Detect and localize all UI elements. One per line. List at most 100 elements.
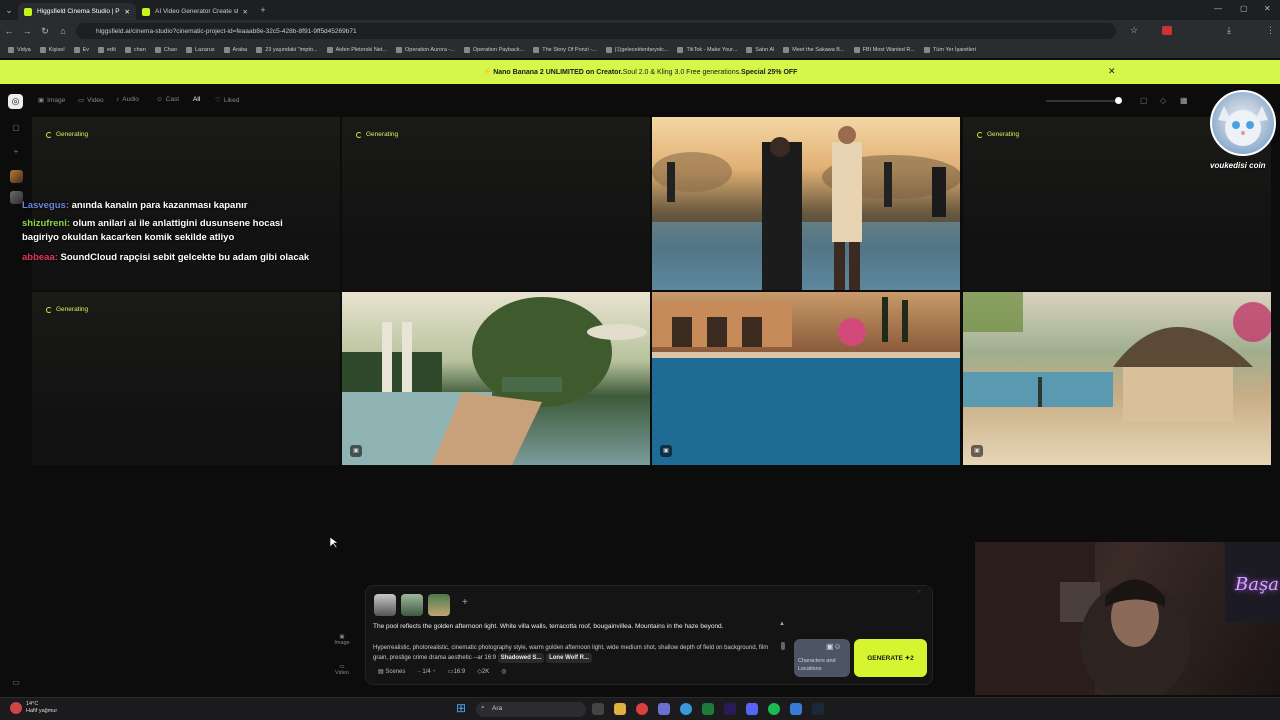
bookmark-item[interactable]: Operation Aurora -...	[396, 47, 455, 53]
generated-image-garden-pool[interactable]: ▣	[342, 292, 650, 465]
generated-image-handshake[interactable]	[652, 117, 960, 290]
generating-card[interactable]: Generating	[342, 117, 650, 290]
generated-image-villa-pool[interactable]: ▣	[652, 292, 960, 465]
steam-icon[interactable]	[812, 703, 824, 715]
bookmark-item[interactable]: Aiden Pleterski Net...	[326, 47, 387, 53]
close-window-icon[interactable]: ✕	[1264, 4, 1271, 13]
app-icon[interactable]	[658, 703, 670, 715]
discord-icon[interactable]	[746, 703, 758, 715]
settings-icon[interactable]: ◎	[501, 668, 506, 675]
resolution-button[interactable]: ◇2K	[477, 668, 489, 675]
expand-icon[interactable]: ◜	[918, 588, 921, 597]
bookmark-item[interactable]: Operation Payback...	[463, 47, 524, 53]
scrollbar[interactable]	[781, 642, 785, 650]
excel-icon[interactable]	[702, 703, 714, 715]
browser-tab-higgsfield[interactable]: Higgsfield Cinema Studio | Proj ✕	[18, 3, 136, 20]
aspect-ratio-button[interactable]: ▭16:9	[448, 668, 465, 675]
panel-toggle-icon[interactable]: ▢	[6, 123, 26, 132]
generate-button[interactable]: GENERATE ✦ 2	[854, 639, 927, 677]
bookmark-item[interactable]: 23 yaşındaki "impto...	[256, 47, 318, 53]
chrome-icon[interactable]	[636, 703, 648, 715]
add-icon[interactable]: +	[6, 147, 26, 156]
scenes-button[interactable]: ▤ Scenes	[378, 668, 405, 675]
close-tab-icon[interactable]: ✕	[243, 8, 248, 16]
bookmark-icon	[124, 47, 131, 53]
higgsfield-favicon-icon	[24, 7, 32, 16]
zoom-slider[interactable]	[1046, 100, 1120, 102]
bookmark-item[interactable]: Ev	[73, 47, 89, 53]
prompt-line-1[interactable]: The pool reflects the golden afternoon l…	[373, 623, 723, 630]
bookmark-item[interactable]: Kişisel	[39, 47, 65, 53]
new-tab-icon[interactable]: +	[254, 5, 272, 15]
star-icon[interactable]: ☆	[1130, 25, 1138, 36]
download-icon[interactable]: ⤓	[1227, 25, 1231, 36]
home-icon[interactable]: ⌂	[54, 26, 72, 36]
bookmark-item[interactable]: TikTok - Make Your...	[677, 47, 737, 53]
filter-video[interactable]: ▭ Video	[78, 96, 104, 105]
bookmark-item[interactable]: chan	[124, 47, 146, 53]
bookmark-item[interactable]: Satın Al	[746, 47, 774, 53]
characters-locations-button[interactable]: ▣☺ Characters and Locations	[794, 639, 850, 677]
filter-liked[interactable]: ♡ Liked	[215, 96, 239, 105]
filter-audio[interactable]: ♪ Audio	[116, 96, 139, 103]
windows-start-icon[interactable]: ⊞	[456, 702, 466, 715]
generating-card[interactable]: Generating	[32, 292, 340, 465]
bookmark-item[interactable]: Chao	[154, 47, 177, 53]
higgsfield-logo-icon[interactable]: ◎	[8, 94, 23, 109]
grid-small-icon[interactable]: ▢	[1140, 96, 1148, 105]
add-reference-icon[interactable]: +	[462, 597, 468, 608]
tab-list-icon[interactable]: ⌄	[0, 5, 18, 16]
back-icon[interactable]: ←	[0, 26, 18, 36]
mode-image[interactable]: ▣ Image	[330, 634, 354, 646]
premiere-icon[interactable]	[724, 703, 736, 715]
character-thumbnail[interactable]	[401, 594, 423, 616]
weather-widget[interactable]: 14°C Hafif yağmur	[26, 701, 57, 715]
bookmark-icon	[185, 47, 192, 53]
task-view-icon[interactable]	[592, 703, 604, 715]
minimize-icon[interactable]: —	[1214, 4, 1222, 13]
browser-tab-video-generator[interactable]: AI Video Generator Create stu ✕	[136, 3, 254, 20]
taskbar-search[interactable]: ⌕ Ara	[476, 702, 586, 717]
menu-icon[interactable]: ⋮	[1266, 25, 1275, 36]
bookmark-item[interactable]: (1)gelecektenbeyolc...	[605, 47, 668, 53]
bookmark-icon	[98, 47, 104, 53]
extension-icon[interactable]	[1162, 26, 1172, 35]
filter-all[interactable]: All	[193, 96, 200, 103]
zoom-slider-handle[interactable]	[1115, 97, 1122, 104]
forward-icon[interactable]: →	[18, 26, 36, 36]
maximize-icon[interactable]: ▢	[1240, 4, 1248, 13]
bookmark-item[interactable]: Lazarus	[185, 47, 215, 53]
bookmark-item[interactable]: edit	[98, 47, 116, 53]
bookmark-item[interactable]: FBI Most Wanted R...	[853, 47, 915, 53]
mode-video[interactable]: ▭ Video	[330, 664, 354, 676]
character-thumbnail[interactable]	[374, 594, 396, 616]
prompt-style-text[interactable]: Hyperrealistic, photorealistic, cinemati…	[373, 643, 783, 663]
diamond-icon[interactable]: ◇	[1160, 96, 1166, 105]
bookmark-item[interactable]: The Story Of Ponzi -...	[533, 47, 597, 53]
bookmark-item[interactable]: Araba	[223, 47, 247, 53]
collapse-up-icon[interactable]: ▲	[779, 621, 785, 627]
reload-icon[interactable]: ↻	[36, 26, 54, 37]
bookmark-item[interactable]: Tüm Yer İşaretleri	[923, 47, 976, 53]
filter-cast[interactable]: ☺ Cast	[156, 96, 179, 103]
folder-icon[interactable]: ▭	[6, 678, 26, 687]
spotify-icon[interactable]	[768, 703, 780, 715]
location-thumbnail[interactable]	[428, 594, 450, 616]
filter-image[interactable]: ▣ Image	[38, 96, 65, 105]
bookmark-item[interactable]: Meet the Sakawa B...	[783, 47, 845, 53]
close-tab-icon[interactable]: ✕	[125, 8, 130, 16]
edge-icon[interactable]	[680, 703, 692, 715]
close-banner-icon[interactable]: ✕	[1108, 66, 1116, 77]
bookmark-icon	[853, 47, 860, 53]
count-stepper[interactable]: – 1/4 +	[417, 669, 436, 675]
project-thumbnail[interactable]	[10, 170, 23, 183]
generated-image-thatched-bar[interactable]: ▣	[963, 292, 1271, 465]
file-explorer-icon[interactable]	[614, 703, 626, 715]
url-text: higgsfield.ai/cinema-studio?cinematic-pr…	[96, 27, 357, 35]
url-field[interactable]: higgsfield.ai/cinema-studio?cinematic-pr…	[76, 23, 1116, 39]
grid-icon[interactable]: ▦	[1180, 96, 1188, 105]
reference-chip[interactable]: Shadowed S...	[497, 653, 545, 663]
app-icon[interactable]	[790, 703, 802, 715]
reference-chip[interactable]: Lone Wolf R...	[546, 653, 592, 663]
bookmark-item[interactable]: Vidya	[8, 47, 31, 53]
